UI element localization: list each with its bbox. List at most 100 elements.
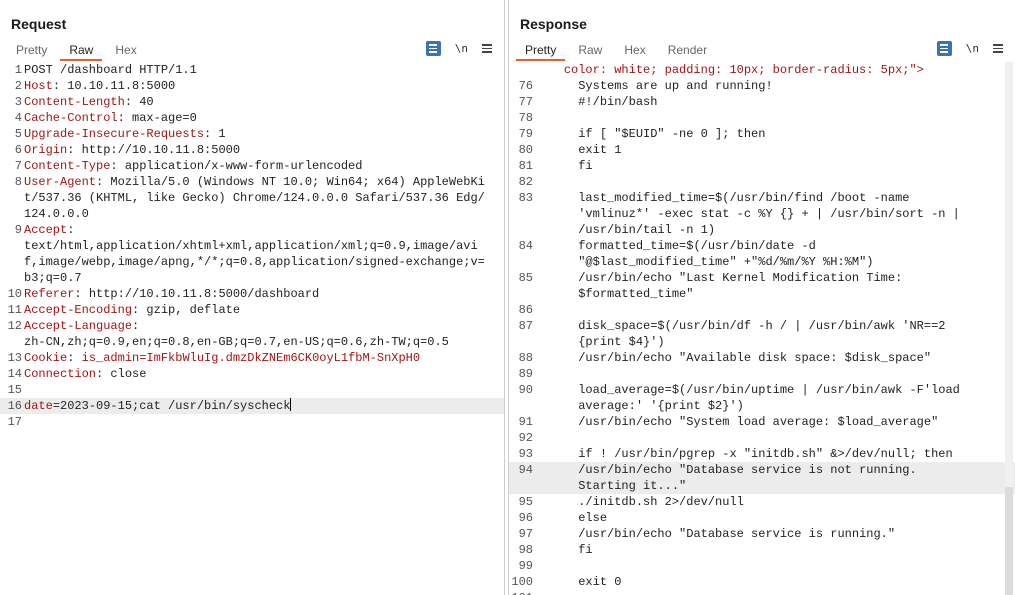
code-line: 17 [0,414,504,430]
code-line: 94 /usr/bin/echo "Database service is no… [509,462,1015,494]
line-number: 90 [518,383,533,397]
line-text: Accept: text/html,application/xhtml+xml,… [24,222,492,286]
line-number: 7 [14,159,22,173]
response-tab-raw[interactable]: Raw [569,41,611,61]
request-tab-pretty[interactable]: Pretty [7,41,56,61]
line-text: date=2023-09-15;cat /usr/bin/syscheck [24,398,492,414]
line-number: 11 [7,303,22,317]
code-line: 15 [0,382,504,398]
line-text: else [535,511,608,525]
code-line: 95 ./initdb.sh 2>/dev/null [509,494,1015,510]
line-number: 79 [518,127,533,141]
code-line: 78 [509,110,1015,126]
request-tab-hex[interactable]: Hex [106,41,145,61]
line-number: 96 [518,511,533,525]
line-text: /usr/bin/echo "Last Kernel Modification … [578,271,903,301]
code-line: 86 [509,302,1015,318]
line-number: 99 [518,559,533,573]
line-text: Connection: close [24,366,492,382]
response-tab-hex[interactable]: Hex [615,41,654,61]
show-newlines-icon[interactable]: \n [966,42,979,55]
header-name: Origin [24,143,68,157]
menu-icon[interactable] [482,44,492,53]
code-line: 84 formatted_time=$(/usr/bin/date -d "@$… [509,238,1015,270]
line-number: 91 [518,415,533,429]
code-line: 5 Upgrade-Insecure-Requests: 1 [0,126,504,142]
line-number: 98 [518,543,533,557]
line-text: color: white; padding: 10px; border-radi… [535,63,924,77]
line-text: Content-Length: 40 [24,94,492,110]
line-text: fi [535,543,593,557]
param-tail: /usr/bin/syscheck [168,399,291,413]
header-value: : close [96,367,147,381]
line-text: exit 0 [535,575,622,589]
code-line: 89 [509,366,1015,382]
line-number: 87 [518,319,533,333]
code-line: 99 [509,558,1015,574]
wrap-lines-icon[interactable] [936,41,952,56]
response-tab-render[interactable]: Render [659,41,716,61]
request-editor[interactable]: 1 POST /dashboard HTTP/1.1 2 Host: 10.10.11… [0,62,504,595]
line-number: 77 [518,95,533,109]
line-number: 101 [509,590,535,595]
header-name: Host [24,79,53,93]
line-number: 9 [14,223,22,237]
line-text: /usr/bin/echo "Database service is not r… [578,463,917,493]
line-number: 89 [518,367,533,381]
line-number: 17 [7,415,22,429]
line-number: 84 [518,239,533,253]
line-number: 4 [14,111,22,125]
code-line: 76 Systems are up and running! [509,78,1015,94]
header-name: User-Agent [24,175,97,189]
line-number: 8 [14,175,22,189]
line-text: #!/bin/bash [535,95,658,109]
header-value: : 40 [124,95,154,109]
line-text: if [ "$EUID" -ne 0 ]; then [535,127,766,141]
line-text: Host: 10.10.11.8:5000 [24,78,492,94]
response-title: Response [520,16,587,32]
show-newlines-icon[interactable]: \n [455,42,468,55]
line-number: 100 [511,575,533,589]
menu-icon[interactable] [993,44,1003,53]
header-value: : [67,351,82,365]
code-line: 2 Host: 10.10.11.8:5000 [0,78,504,94]
line-text [535,430,990,446]
request-tab-raw[interactable]: Raw [60,41,103,61]
line-number: 15 [7,383,22,397]
line-number: 83 [518,191,533,205]
line-text: /usr/bin/echo "Database service is runni… [535,527,896,541]
wrap-lines-icon[interactable] [425,41,441,56]
code-line: 87 disk_space=$(/usr/bin/df -h / | /usr/… [509,318,1015,350]
line-text: ./initdb.sh 2>/dev/null [535,495,744,509]
code-line: 7 Content-Type: application/x-www-form-ur… [0,158,504,174]
code-line: 16 date=2023-09-15;cat /usr/bin/syscheck [0,398,504,414]
line-number: 85 [518,271,533,285]
header-value: =2023-09-15;cat [52,399,169,413]
line-text: Content-Type: application/x-www-form-url… [24,158,492,174]
code-line: 92 [509,430,1015,446]
code-line: 91 /usr/bin/echo "System load average: $… [509,414,1015,430]
line-text: load_average=$(/usr/bin/uptime | /usr/bi… [578,383,960,413]
cookie-name: is_admin [81,351,140,365]
line-text: /usr/bin/echo "Available disk space: $di… [535,351,932,365]
header-value: : application/x-www-form-urlencoded [110,159,363,173]
response-editor[interactable]: color: white; padding: 10px; border-radi… [509,62,1015,595]
header-value: : 10.10.11.8:5000 [52,79,176,93]
line-text [535,174,990,190]
line-text [535,558,990,574]
line-text [535,110,990,126]
header-value: : http://10.10.11.8:5000 [67,143,241,157]
header-name: date [24,399,53,413]
line-text: POST /dashboard HTTP/1.1 [24,62,492,78]
response-tab-pretty[interactable]: Pretty [516,41,566,61]
line-text: Accept-Language: zh-CN,zh;q=0.9,en;q=0.8… [24,318,492,350]
response-scrollbar[interactable] [1005,62,1013,595]
line-number: 76 [518,79,533,93]
code-line: 11 Accept-Encoding: gzip, deflate [0,302,504,318]
line-number [509,62,535,78]
scrollbar-thumb[interactable] [1005,487,1013,595]
header-name: Content-Type [24,159,111,173]
code-line: 88 /usr/bin/echo "Available disk space: … [509,350,1015,366]
request-pane: Request Pretty Raw Hex \n 1 POST /dashboa… [0,0,505,595]
code-line: 81 fi [509,158,1015,174]
